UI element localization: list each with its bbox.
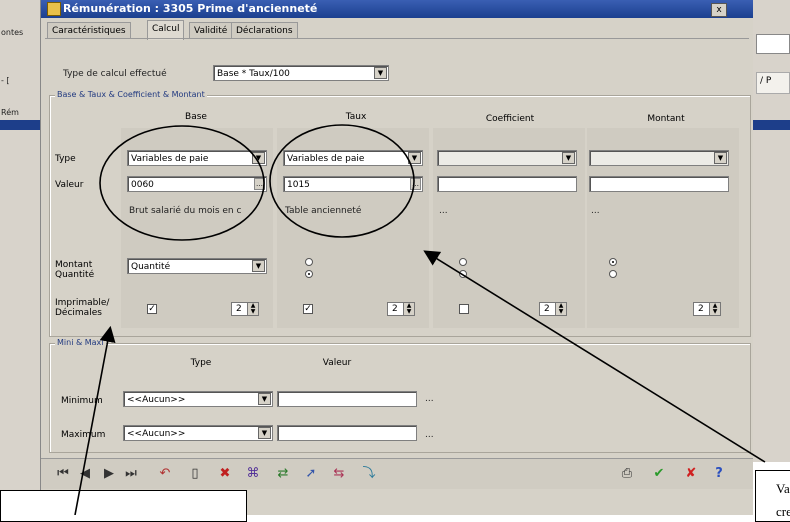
- annotation-arrow-right: [423, 250, 766, 463]
- annotation-arrow-left: [74, 325, 116, 515]
- annotation-overlay: [74, 124, 766, 515]
- annotation-circle-taux: [269, 124, 415, 238]
- annotation-circle-base: [99, 125, 265, 241]
